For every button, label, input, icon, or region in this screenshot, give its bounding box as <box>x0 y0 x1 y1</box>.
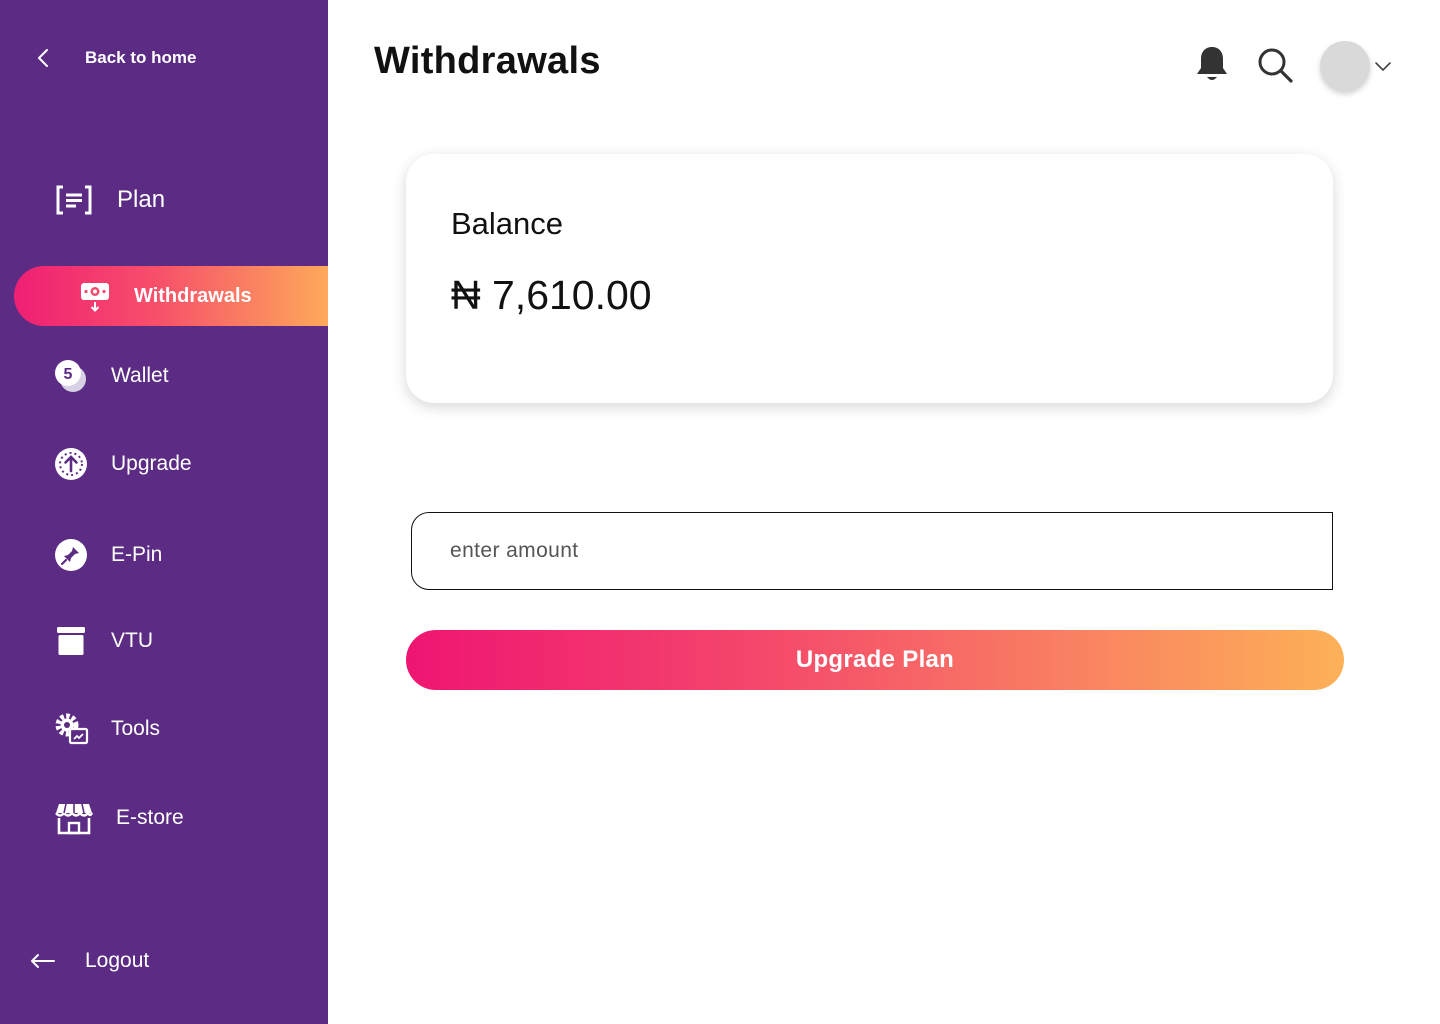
avatar[interactable] <box>1320 41 1370 91</box>
sidebar-item-withdrawals[interactable]: Withdrawals <box>14 266 328 326</box>
sidebar-item-e-store-label: E-store <box>116 806 184 829</box>
sidebar-item-upgrade-label: Upgrade <box>111 452 192 475</box>
chevron-left-icon <box>38 49 48 67</box>
upgrade-arrow-icon <box>53 446 89 482</box>
upgrade-plan-button[interactable]: Upgrade Plan <box>406 630 1344 690</box>
balance-label: Balance <box>451 206 564 241</box>
sidebar: Back to home Plan Withdrawals 5 Wallet U… <box>0 0 328 1024</box>
withdraw-cash-icon <box>78 279 112 313</box>
chevron-down-icon[interactable] <box>1373 56 1393 76</box>
plan-list-icon <box>56 185 92 215</box>
logout-label: Logout <box>85 949 150 972</box>
sidebar-item-e-pin-label: E-Pin <box>111 543 163 566</box>
tools-gear-icon <box>53 711 89 747</box>
amount-input[interactable] <box>411 512 1333 590</box>
balance-card: Balance ₦ 7,610.00 <box>406 154 1333 403</box>
arrow-left-icon <box>31 954 55 968</box>
sidebar-item-vtu[interactable]: VTU <box>53 623 153 659</box>
balance-value: ₦ 7,610.00 <box>451 272 652 318</box>
back-to-home-label: Back to home <box>85 48 197 67</box>
search-icon[interactable] <box>1256 46 1294 84</box>
sidebar-item-tools[interactable]: Tools <box>53 711 160 747</box>
archive-box-icon <box>53 623 89 659</box>
logout-button[interactable]: Logout <box>28 946 149 976</box>
sidebar-section-plan: Plan <box>55 184 165 216</box>
sidebar-item-tools-label: Tools <box>111 717 161 740</box>
wallet-coin-icon: 5 <box>53 358 89 394</box>
sidebar-item-upgrade[interactable]: Upgrade <box>53 446 192 482</box>
sidebar-item-withdrawals-label: Withdrawals <box>134 284 252 307</box>
sidebar-item-e-pin[interactable]: E-Pin <box>53 537 162 573</box>
svg-text:5: 5 <box>64 366 73 383</box>
page-title: Withdrawals <box>374 40 601 82</box>
sidebar-item-vtu-label: VTU <box>111 629 153 652</box>
sidebar-item-e-store[interactable]: E-store <box>53 800 184 836</box>
back-to-home-link[interactable]: Back to home <box>30 44 196 72</box>
bell-icon[interactable] <box>1194 44 1230 84</box>
sidebar-item-wallet-label: Wallet <box>111 364 169 387</box>
sidebar-section-plan-label: Plan <box>117 186 166 213</box>
pin-icon <box>53 537 89 573</box>
sidebar-item-wallet[interactable]: 5 Wallet <box>53 358 169 394</box>
store-icon <box>53 800 95 836</box>
